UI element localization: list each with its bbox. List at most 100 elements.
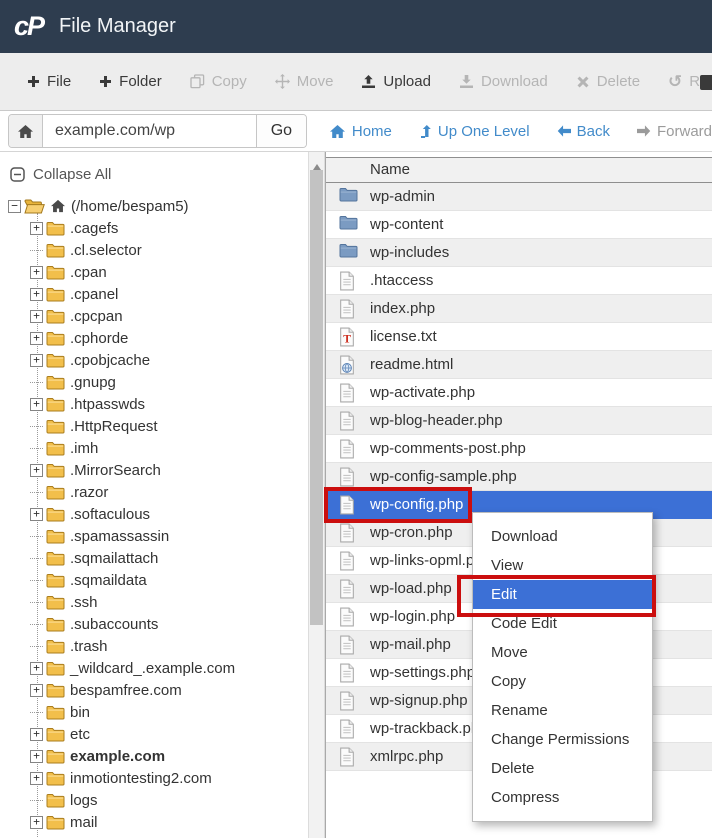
tree-branch-stub[interactable] (30, 579, 43, 581)
tree-item[interactable]: + inmotiontesting2.com (0, 767, 308, 789)
context-menu-item[interactable]: Rename (473, 696, 652, 725)
tree-item[interactable]: .ssh (0, 591, 308, 613)
tree-item[interactable]: + .cpan (0, 261, 308, 283)
nav-link[interactable]: Forward (636, 123, 712, 140)
tree-item[interactable]: + .cpobjcache (0, 349, 308, 371)
expand-plus-icon[interactable]: + (30, 463, 43, 477)
tree-branch-stub[interactable] (30, 535, 43, 537)
nav-link[interactable]: Up One Level (419, 123, 530, 140)
file-row[interactable]: T license.txt (326, 323, 712, 351)
tree-branch-stub[interactable] (30, 601, 43, 603)
toolbar-button[interactable]: Upload (347, 53, 445, 111)
tree-item[interactable]: + .cpcpan (0, 305, 308, 327)
tree-item[interactable]: .sqmaildata (0, 569, 308, 591)
toolbar-button[interactable]: Download (445, 53, 562, 111)
tree-branch-stub[interactable] (30, 645, 43, 647)
expand-plus-icon[interactable]: + (30, 661, 43, 675)
expand-plus-icon[interactable]: + (30, 507, 43, 521)
context-menu-item[interactable]: Delete (473, 754, 652, 783)
tree-branch-stub[interactable] (30, 425, 43, 427)
tree-item[interactable]: .trash (0, 635, 308, 657)
context-menu-item[interactable]: Download (473, 522, 652, 551)
file-row[interactable]: wp-content (326, 211, 712, 239)
tree-item[interactable]: + example.com (0, 745, 308, 767)
context-menu-item-label: Move (491, 644, 528, 661)
home-icon[interactable] (9, 115, 43, 147)
tree-item[interactable]: + bespamfree.com (0, 679, 308, 701)
tree-branch-stub[interactable] (30, 711, 43, 713)
expand-plus-icon[interactable]: + (30, 265, 43, 279)
tree-item[interactable]: .cl.selector (0, 239, 308, 261)
tree-item[interactable]: + _wildcard_.example.com (0, 657, 308, 679)
context-menu-item[interactable]: Compress (473, 783, 652, 812)
context-menu-item[interactable]: View (473, 551, 652, 580)
tree-branch-stub[interactable] (30, 623, 43, 625)
tree-item-label: .sqmaildata (70, 571, 147, 589)
file-row[interactable]: wp-comments-post.php (326, 435, 712, 463)
file-row[interactable]: .htaccess (326, 267, 712, 295)
file-list-header-name[interactable]: Name (326, 157, 712, 183)
file-row[interactable]: wp-config-sample.php (326, 463, 712, 491)
context-menu-item[interactable]: Edit (473, 580, 652, 609)
tree-item[interactable]: + etc (0, 723, 308, 745)
context-menu-item[interactable]: Move (473, 638, 652, 667)
collapse-all-button[interactable]: Collapse All (0, 152, 308, 193)
tree-item[interactable]: + .htpasswds (0, 393, 308, 415)
tree-item[interactable]: logs (0, 789, 308, 811)
expand-plus-icon[interactable]: + (30, 815, 43, 829)
expand-plus-icon[interactable]: + (30, 309, 43, 323)
tree-branch-stub[interactable] (30, 447, 43, 449)
path-input[interactable] (43, 115, 256, 147)
tree-item[interactable]: .spamassassin (0, 525, 308, 547)
context-menu-item[interactable]: Copy (473, 667, 652, 696)
toolbar-button[interactable]: Copy (176, 53, 261, 111)
go-button[interactable]: Go (255, 115, 306, 147)
file-row[interactable]: wp-admin (326, 183, 712, 211)
nav-link[interactable]: Back (557, 123, 610, 140)
tree-branch-stub[interactable] (30, 249, 43, 251)
tree-item[interactable]: + mail (0, 811, 308, 833)
file-row[interactable]: wp-blog-header.php (326, 407, 712, 435)
scrollbar-thumb[interactable] (310, 170, 323, 625)
context-menu-item[interactable]: Code Edit (473, 609, 652, 638)
tree-item[interactable]: + .cagefs (0, 217, 308, 239)
tree-item[interactable]: .imh (0, 437, 308, 459)
toolbar-button[interactable]: File (13, 53, 85, 111)
expand-plus-icon[interactable]: + (30, 771, 43, 785)
toolbar-button[interactable]: Move (261, 53, 348, 111)
tree-root-item[interactable]: − (/home/bespam5) (0, 195, 308, 217)
tree-item[interactable]: .subaccounts (0, 613, 308, 635)
tree-scrollbar[interactable] (308, 152, 325, 838)
tree-item[interactable]: + .MirrorSearch (0, 459, 308, 481)
scrollbar-up-arrow-icon[interactable] (309, 156, 324, 170)
file-row[interactable]: wp-includes (326, 239, 712, 267)
context-menu-item[interactable]: Change Permissions (473, 725, 652, 754)
expand-plus-icon[interactable]: + (30, 683, 43, 697)
tree-item[interactable]: .gnupg (0, 371, 308, 393)
expand-plus-icon[interactable]: + (30, 727, 43, 741)
expand-plus-icon[interactable]: + (30, 397, 43, 411)
tree-item[interactable]: + .softaculous (0, 503, 308, 525)
tree-branch-stub[interactable] (30, 799, 43, 801)
expand-plus-icon[interactable]: + (30, 331, 43, 345)
toolbar-button[interactable]: Folder (85, 53, 176, 111)
tree-branch-stub[interactable] (30, 381, 43, 383)
tree-branch-stub[interactable] (30, 557, 43, 559)
collapse-expander-icon[interactable]: − (8, 199, 21, 213)
tree-item[interactable]: bin (0, 701, 308, 723)
expand-plus-icon[interactable]: + (30, 287, 43, 301)
tree-item[interactable]: .sqmailattach (0, 547, 308, 569)
tree-item[interactable]: + .cphorde (0, 327, 308, 349)
tree-branch-stub[interactable] (30, 491, 43, 493)
tree-item[interactable]: .HttpRequest (0, 415, 308, 437)
file-row[interactable]: readme.html (326, 351, 712, 379)
expand-plus-icon[interactable]: + (30, 353, 43, 367)
file-row[interactable]: index.php (326, 295, 712, 323)
tree-item[interactable]: + .cpanel (0, 283, 308, 305)
file-row[interactable]: wp-activate.php (326, 379, 712, 407)
expand-plus-icon[interactable]: + (30, 221, 43, 235)
nav-link[interactable]: Home (329, 123, 392, 140)
tree-item[interactable]: .razor (0, 481, 308, 503)
toolbar-button[interactable]: Delete (562, 53, 654, 111)
expand-plus-icon[interactable]: + (30, 749, 43, 763)
